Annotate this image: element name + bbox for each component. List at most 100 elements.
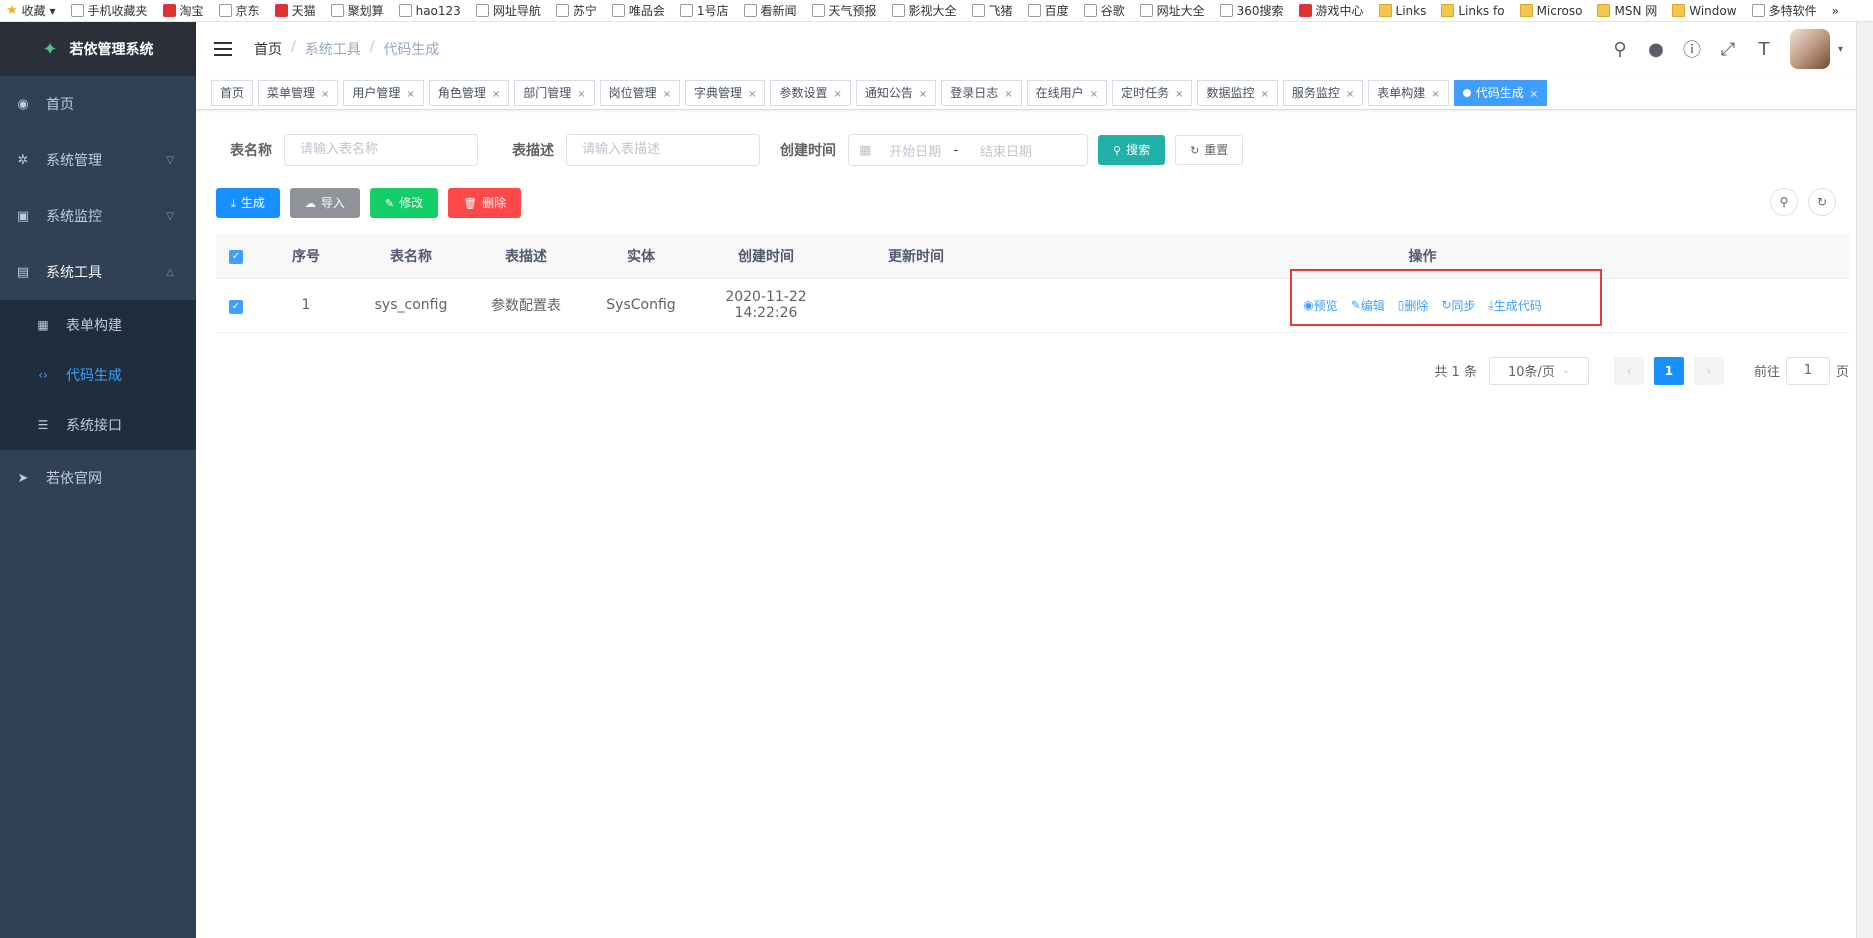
tab-item[interactable]: 服务监控 × [1282, 79, 1364, 106]
bookmark-item[interactable]: 苏宁 [555, 2, 597, 19]
bookmarks-more[interactable]: » [1832, 4, 1839, 18]
bookmark-item[interactable]: 网址导航 [475, 2, 541, 19]
caret-down-icon[interactable]: ▾ [1838, 44, 1843, 55]
checkmark-icon: ✓ [229, 250, 243, 265]
tab-item[interactable]: 参数设置 × [770, 79, 851, 106]
close-icon[interactable]: × [492, 89, 500, 100]
tab-item[interactable]: 定时任务 × [1112, 79, 1193, 106]
bookmark-favorites[interactable]: ★ 收藏 ▾ [6, 2, 56, 19]
generate-button[interactable]: ⤓ 生成 [216, 188, 280, 218]
taobao-icon [162, 4, 176, 17]
sidebar-item-form-build[interactable]: ▦ 表单构建 [0, 300, 196, 350]
refresh-icon[interactable]: ↻ [1808, 188, 1836, 216]
tab-active[interactable]: 代码生成 × [1453, 79, 1548, 106]
close-icon[interactable]: × [833, 89, 841, 100]
close-icon[interactable]: × [1004, 89, 1012, 100]
cell-update-time [836, 278, 996, 333]
reset-button[interactable]: ↻ 重置 [1175, 135, 1244, 165]
date-range-picker[interactable]: ▦ 开始日期 - 结束日期 [848, 134, 1088, 166]
fullscreen-icon[interactable]: ⤢ [1718, 39, 1738, 60]
prev-page-button[interactable]: ‹ [1613, 356, 1644, 385]
close-icon[interactable]: × [1175, 89, 1183, 100]
tab-item[interactable]: 字典管理 × [685, 79, 766, 106]
tab-item[interactable]: 部门管理 × [514, 79, 595, 106]
bookmark-item[interactable]: 看新闻 [743, 2, 797, 19]
bookmark-item[interactable]: 360搜索 [1219, 2, 1284, 19]
goto-page-input[interactable]: 1 [1785, 356, 1830, 385]
bookmark-item[interactable]: 手机收藏夹 [70, 2, 148, 19]
close-icon[interactable]: × [1530, 89, 1538, 100]
font-size-icon[interactable]: T [1754, 39, 1774, 60]
tab-item[interactable]: 菜单管理 × [258, 79, 339, 106]
bookmark-item[interactable]: 天猫 [274, 2, 316, 19]
close-icon[interactable]: × [1431, 89, 1439, 100]
close-icon[interactable]: × [663, 89, 671, 100]
close-icon[interactable]: × [1090, 89, 1098, 100]
tab-item[interactable]: 在线用户 × [1026, 79, 1108, 106]
bookmark-item[interactable]: 飞猪 [971, 2, 1013, 19]
sidebar-item-tools[interactable]: ▤ 系统工具 △ [0, 244, 196, 300]
sidebar-item-site[interactable]: ➤ 若依官网 [0, 450, 196, 506]
bookmark-item[interactable]: 百度 [1027, 2, 1069, 19]
page-icon [891, 4, 905, 17]
close-icon[interactable]: × [406, 89, 414, 100]
vertical-scrollbar[interactable] [1856, 22, 1873, 938]
close-icon[interactable]: × [919, 89, 927, 100]
page-size-select[interactable]: 10条/页 ⌄ [1488, 356, 1589, 385]
bookmark-item[interactable]: hao123 [398, 4, 461, 18]
tab-item[interactable]: 数据监控 × [1197, 79, 1278, 106]
sidebar-item-system[interactable]: ✲ 系统管理 ▽ [0, 132, 196, 188]
tmall-icon [274, 4, 288, 17]
table-name-input[interactable]: 请输入表名称 [284, 134, 478, 166]
tab-item[interactable]: 表单构建 × [1368, 79, 1449, 106]
tab-item[interactable]: 用户管理 × [343, 79, 424, 106]
search-toggle-icon[interactable]: ⚲ [1770, 188, 1798, 216]
breadcrumb-home[interactable]: 首页 [254, 39, 282, 59]
bookmark-item[interactable]: 谷歌 [1083, 2, 1125, 19]
search-icon[interactable]: ⚲ [1610, 39, 1630, 60]
bookmark-item[interactable]: 游戏中心 [1298, 2, 1364, 19]
close-icon[interactable]: × [577, 89, 585, 100]
bookmark-item[interactable]: 影视大全 [891, 2, 957, 19]
search-button[interactable]: ⚲ 搜索 [1098, 135, 1166, 165]
delete-button[interactable]: 🗑 删除 [448, 188, 522, 218]
next-page-button[interactable]: › [1693, 356, 1724, 385]
page-number[interactable]: 1 [1653, 356, 1684, 385]
hamburger-icon[interactable] [214, 42, 232, 56]
sidebar-item-monitor[interactable]: ▣ 系统监控 ▽ [0, 188, 196, 244]
select-all-checkbox[interactable]: ✓ [216, 234, 256, 279]
tab-item[interactable]: 岗位管理 × [599, 79, 681, 106]
github-icon[interactable]: ● [1646, 39, 1666, 60]
bookmark-item[interactable]: Links [1378, 4, 1426, 18]
bookmark-item[interactable]: 天气预报 [811, 2, 877, 19]
tab-home[interactable]: 首页 [211, 79, 254, 106]
table-desc-input[interactable]: 请输入表描述 [566, 134, 760, 166]
tab-item[interactable]: 角色管理 × [428, 79, 510, 106]
avatar[interactable] [1789, 29, 1830, 69]
bookmark-item[interactable]: 京东 [218, 2, 260, 19]
close-icon[interactable]: × [1261, 89, 1269, 100]
bookmark-item[interactable]: MSN 网 [1597, 2, 1657, 19]
import-button[interactable]: ☁ 导入 [289, 188, 360, 218]
sidebar-item-home[interactable]: ◉ 首页 [0, 76, 196, 132]
tab-item[interactable]: 登录日志 × [941, 79, 1022, 106]
bookmark-item[interactable]: 1号店 [679, 2, 729, 19]
bookmark-item[interactable]: 网址大全 [1139, 2, 1205, 19]
close-icon[interactable]: × [1346, 89, 1354, 100]
help-icon[interactable]: ⓘ [1682, 36, 1702, 62]
app-logo[interactable]: ✦ 若依管理系统 [0, 22, 196, 76]
close-icon[interactable]: × [748, 89, 756, 100]
row-checkbox[interactable]: ✓ [216, 278, 256, 333]
bookmark-item[interactable]: Microso [1519, 4, 1582, 18]
bookmark-item[interactable]: 聚划算 [330, 2, 384, 19]
bookmark-item[interactable]: Links fo [1441, 4, 1505, 18]
bookmark-item[interactable]: 淘宝 [162, 2, 204, 19]
close-icon[interactable]: × [321, 89, 329, 100]
bookmark-item[interactable]: Window [1672, 4, 1737, 18]
sidebar-item-code-gen[interactable]: ‹› 代码生成 [0, 350, 196, 400]
bookmark-item[interactable]: 多特软件 [1751, 2, 1817, 19]
edit-button[interactable]: ✎ 修改 [369, 188, 439, 218]
tab-item[interactable]: 通知公告 × [855, 79, 937, 106]
bookmark-item[interactable]: 唯品会 [611, 2, 665, 19]
sidebar-item-api[interactable]: ☰ 系统接口 [0, 400, 196, 450]
